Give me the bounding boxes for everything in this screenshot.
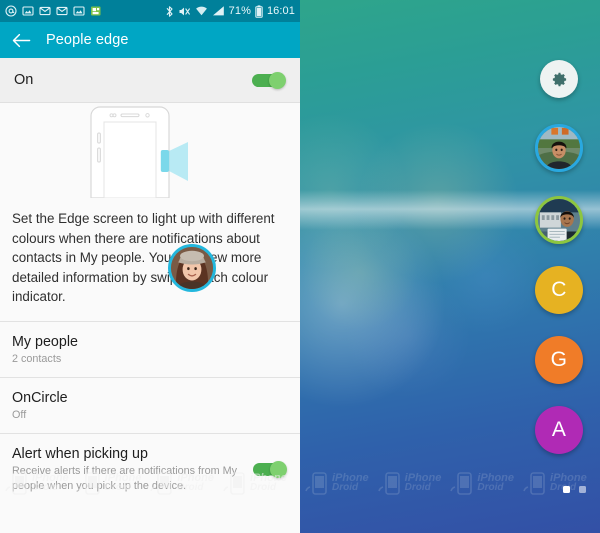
- contact-avatar-photo: [168, 244, 216, 292]
- edge-contact-initial: C: [551, 278, 567, 301]
- status-bar: 71% 16:01: [0, 0, 300, 22]
- vibrate-mute-icon: [179, 7, 190, 15]
- watermark: iPhoneDroid: [377, 470, 442, 496]
- edge-contact-initial: G: [550, 348, 568, 371]
- mail-icon: [39, 6, 51, 16]
- edge-contact-initial: A: [551, 418, 567, 441]
- edge-settings-gear[interactable]: [540, 60, 578, 98]
- setting-subtitle: 2 contacts: [12, 352, 62, 365]
- setting-subtitle: Off: [12, 408, 27, 421]
- page-indicator[interactable]: [563, 486, 586, 493]
- screen: 71% 16:01 People edge On Set the Edge sc…: [0, 0, 600, 533]
- gear-icon: [552, 72, 566, 86]
- setting-row-alert-when-picking-up[interactable]: Alert when picking up Receive alerts if …: [0, 432, 300, 504]
- settings-panel: 71% 16:01 People edge On Set the Edge sc…: [0, 0, 300, 533]
- setting-row-my-people[interactable]: My people 2 contacts: [0, 320, 300, 377]
- phone-wave-icon: [450, 472, 473, 495]
- mail-icon: [56, 6, 68, 16]
- setting-title: Alert when picking up: [12, 445, 148, 462]
- switch-thumb: [270, 460, 287, 478]
- email-at-icon: [5, 5, 17, 17]
- setting-subtitle: Receive alerts if there are notification…: [12, 464, 238, 492]
- status-bar-system-icons: 71% 16:01: [165, 4, 295, 18]
- phone-outline-illustration: [90, 106, 188, 198]
- edge-contact-a[interactable]: A: [535, 406, 583, 454]
- page-dot-2[interactable]: [579, 486, 586, 493]
- app-bar: People edge: [0, 22, 300, 58]
- image-saved-icon: [22, 6, 34, 16]
- setting-title: My people: [12, 333, 78, 350]
- watermark-text: iPhoneDroid: [332, 472, 369, 493]
- people-edge-master-row[interactable]: On: [0, 58, 300, 103]
- edge-contact-g[interactable]: G: [535, 336, 583, 384]
- edge-contact-c[interactable]: C: [535, 266, 583, 314]
- bluetooth-icon: [166, 5, 173, 17]
- battery-icon: [255, 4, 263, 18]
- people-edge-description: Set the Edge screen to light up with dif…: [0, 198, 300, 321]
- people-edge-master-label: On: [14, 72, 34, 88]
- edge-screen-preview: iPhone Droid iPhone Droid iPhone Droid i…: [300, 0, 600, 533]
- watermark-text: iPhoneDroid: [404, 472, 442, 493]
- clock-label: 16:01: [266, 4, 295, 17]
- people-edge-master-switch[interactable]: [252, 72, 286, 89]
- image-saved-icon: [73, 6, 85, 16]
- status-bar-notification-icons: [5, 5, 102, 17]
- watermark: iPhoneDroid: [449, 470, 514, 496]
- watermark-text: iPhoneDroid: [477, 472, 515, 493]
- page-title: People edge: [46, 32, 129, 48]
- settings-list: My people 2 contacts OnCircle Off Alert …: [0, 320, 300, 504]
- phone-wave-icon: [377, 472, 400, 495]
- setting-title: OnCircle: [12, 389, 68, 406]
- people-edge-illustration: [0, 103, 300, 292]
- page-dot-1[interactable]: [563, 486, 570, 493]
- wifi-icon: [195, 6, 207, 16]
- phone-wave-icon: [305, 472, 327, 495]
- panel-bottom-filler: [0, 503, 300, 533]
- edge-contact-photo-2[interactable]: [535, 196, 583, 244]
- people-edge-contact-column: C G A: [526, 0, 592, 533]
- edge-contact-photo-1[interactable]: [535, 124, 583, 172]
- battery-percent-label: 71%: [228, 4, 251, 17]
- signal-icon: [212, 6, 224, 16]
- setting-row-oncircle[interactable]: OnCircle Off: [0, 376, 300, 433]
- switch-thumb: [269, 72, 286, 89]
- back-arrow-icon[interactable]: [12, 31, 31, 50]
- alert-when-picking-up-switch[interactable]: [253, 460, 287, 478]
- watermark: iPhoneDroid: [304, 470, 369, 496]
- smart-manager-icon: [91, 6, 101, 16]
